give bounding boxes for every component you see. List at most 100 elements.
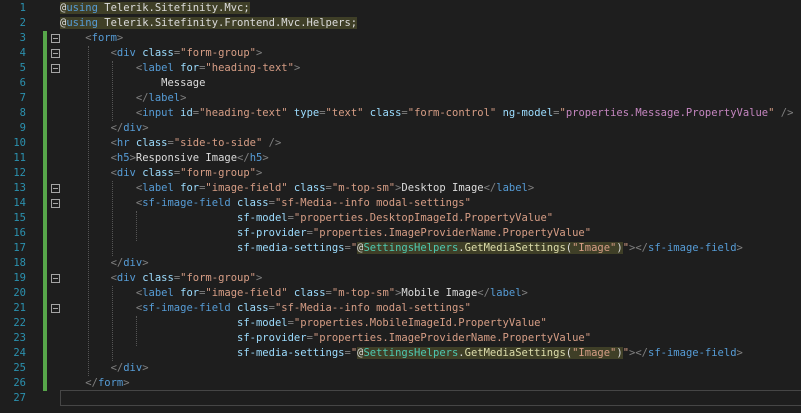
code-token: >: [736, 242, 743, 254]
code-token: properties.Message.PropertyValue: [565, 107, 769, 119]
collapse-icon[interactable]: [51, 34, 60, 43]
code-line[interactable]: 8 <input id="heading-text" type="text" c…: [0, 106, 801, 121]
code-token: />: [262, 137, 282, 149]
line-number: 2: [19, 17, 26, 29]
line-number: 6: [19, 77, 26, 89]
code-token: </: [477, 287, 490, 299]
current-line-highlight: [60, 390, 801, 406]
code-token: div: [116, 167, 136, 179]
code-line[interactable]: 26 </form>: [0, 376, 801, 391]
change-marker: [43, 346, 47, 361]
line-number: 27: [13, 392, 26, 404]
collapse-icon[interactable]: [51, 49, 60, 58]
code-line[interactable]: 4 <div class="form-group">: [0, 46, 801, 61]
code-token: "heading-text": [199, 107, 288, 119]
code-token: </: [635, 347, 649, 359]
code-line[interactable]: 13 <label for="image-field" class="m-top…: [0, 181, 801, 196]
line-number: 15: [13, 212, 26, 224]
code-token: Message: [60, 77, 206, 89]
code-text: sf-media-settings="@SettingsHelpers.GetM…: [60, 241, 743, 256]
code-text: </label>: [60, 91, 187, 106]
code-token: "m-top-sm": [331, 287, 396, 299]
code-text: <label for="heading-text">: [60, 61, 300, 76]
code-line[interactable]: 3 <form>: [0, 31, 801, 46]
code-token: form: [97, 377, 124, 389]
code-line[interactable]: 20 <label for="image-field" class="m-top…: [0, 286, 801, 301]
line-number: 12: [13, 167, 26, 179]
change-marker: [43, 31, 47, 46]
collapse-icon[interactable]: [51, 184, 60, 193]
code-token: for: [173, 287, 200, 299]
collapse-icon[interactable]: [51, 304, 60, 313]
code-line[interactable]: 23 sf-provider="properties.ImageProvider…: [0, 331, 801, 346]
code-token: h5: [116, 152, 130, 164]
indent-guide: [136, 211, 137, 241]
collapse-icon[interactable]: [51, 64, 60, 73]
code-token: for: [173, 62, 200, 74]
change-marker: [43, 241, 47, 256]
code-line[interactable]: 14 <sf-image-field class="sf-Media--info…: [0, 196, 801, 211]
code-line[interactable]: 16 sf-provider="properties.ImageProvider…: [0, 226, 801, 241]
code-token: </: [237, 152, 250, 164]
change-marker: [43, 286, 47, 301]
code-token: sf-image-field: [142, 302, 231, 314]
line-number: 18: [13, 257, 26, 269]
code-token: "form-group": [180, 272, 256, 284]
code-line[interactable]: 22 sf-model="properties.MobileImageId.Pr…: [0, 316, 801, 331]
line-number: 3: [19, 32, 26, 44]
code-text: </div>: [60, 361, 149, 376]
code-token: id: [173, 107, 193, 119]
code-token: ng-model: [496, 107, 554, 119]
collapse-icon[interactable]: [51, 274, 60, 283]
code-line[interactable]: 25 </div>: [0, 361, 801, 376]
code-text: <div class="form-group">: [60, 46, 263, 61]
code-token: div: [123, 362, 143, 374]
code-token: "form-group": [180, 167, 256, 179]
collapse-icon[interactable]: [51, 199, 60, 208]
code-token: </: [85, 377, 98, 389]
code-line[interactable]: 5 <label for="heading-text">: [0, 61, 801, 76]
code-token: </: [110, 362, 124, 374]
code-token: >: [293, 62, 301, 74]
code-token: "image-field": [205, 287, 288, 299]
code-line[interactable]: 24 sf-media-settings="@SettingsHelpers.G…: [0, 346, 801, 361]
code-line[interactable]: 2 @using Telerik.Sitefinity.Frontend.Mvc.…: [0, 16, 801, 31]
change-marker: [43, 76, 47, 91]
code-line[interactable]: 12 <div class="form-group">: [0, 166, 801, 181]
code-token: "form-control": [407, 107, 497, 119]
code-text: <h5>Responsive Image</h5>: [60, 151, 269, 166]
code-line[interactable]: 17 sf-media-settings="@SettingsHelpers.G…: [0, 241, 801, 256]
code-token: "side-to-side": [173, 137, 263, 149]
code-line[interactable]: 6 Message: [0, 76, 801, 91]
code-token: class: [363, 107, 402, 119]
code-token: "properties.ImageProviderName.PropertyVa…: [312, 227, 592, 239]
change-marker: [43, 91, 47, 106]
code-line[interactable]: 21 <sf-image-field class="sf-Media--info…: [0, 301, 801, 316]
code-line[interactable]: 18 </div>: [0, 256, 801, 271]
code-token: for: [173, 182, 200, 194]
code-line[interactable]: 1 @using Telerik.Sitefinity.Mvc;: [0, 1, 801, 16]
code-line[interactable]: 11 <h5>Responsive Image</h5>: [0, 151, 801, 166]
code-token: sf-model: [237, 212, 288, 224]
code-line[interactable]: 10 <hr class="side-to-side" />: [0, 136, 801, 151]
code-line[interactable]: 7 </label>: [0, 91, 801, 106]
code-token: sf-media-settings: [237, 347, 345, 359]
code-line[interactable]: 9 </div>: [0, 121, 801, 136]
change-marker: [43, 121, 47, 136]
code-editor[interactable]: 1 @using Telerik.Sitefinity.Mvc; 2 @using T…: [0, 0, 801, 413]
code-text: <input id="heading-text" type="text" cla…: [60, 106, 794, 121]
code-text: sf-provider="properties.ImageProviderNam…: [60, 331, 591, 346]
code-line[interactable]: 19 <div class="form-group">: [0, 271, 801, 286]
code-line[interactable]: 15 sf-model="properties.DesktopImageId.P…: [0, 211, 801, 226]
code-token: GetMediaSettings: [464, 347, 566, 359]
code-token: label: [489, 287, 522, 299]
code-token: label: [148, 92, 181, 104]
indent-guide: [112, 181, 113, 256]
line-number: 24: [13, 347, 26, 359]
code-token: >: [262, 152, 269, 164]
